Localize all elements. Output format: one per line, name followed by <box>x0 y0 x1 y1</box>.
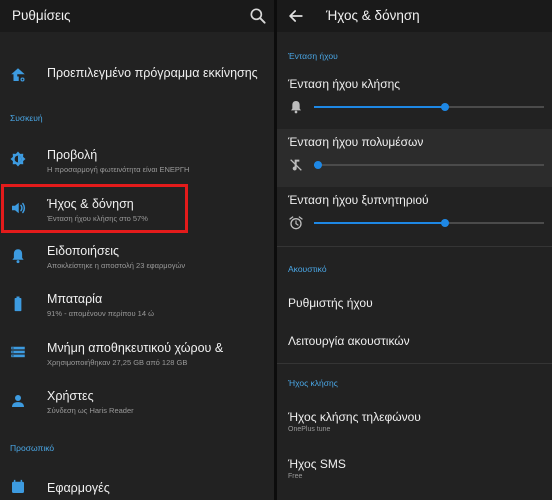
alarm-volume-slider[interactable] <box>314 219 544 227</box>
media-volume-slider[interactable] <box>314 161 544 169</box>
music-muted-icon <box>290 159 302 171</box>
setting-item-battery[interactable]: Μπαταρία 91% - απομένουν περίπου 14 ώ <box>0 286 274 326</box>
section-header-device: Συσκευή <box>10 113 43 123</box>
section-header-personal: Προσωπικό <box>10 443 55 453</box>
setting-item-display[interactable]: Προβολή Η προσαρμογή φωτεινότητα είναι Ε… <box>0 140 274 180</box>
volume-label: Ένταση ήχου ξυπνητηριού <box>288 193 429 207</box>
setting-item-title: Εφαρμογές <box>47 481 110 495</box>
volume-label: Ένταση ήχου πολυμέσων <box>288 135 424 149</box>
divider <box>277 246 552 247</box>
page-title: Ρυθμίσεις <box>12 8 71 23</box>
sound-panel: Ήχος & δόνηση Ένταση ήχου Ένταση ήχου κλ… <box>277 0 552 500</box>
person-icon <box>12 395 24 407</box>
sound-toolbar: Ήχος & δόνηση <box>277 0 552 32</box>
highlight-box <box>1 184 188 233</box>
section-header-volume: Ένταση ήχου <box>288 51 338 61</box>
sms-tone-item[interactable]: Ήχος SMS Free <box>277 448 552 488</box>
setting-item-subtitle: Η προσαρμογή φωτεινότητα είναι ΕΝΕΡΓΗ <box>47 165 190 174</box>
divider <box>277 363 552 364</box>
alarm-volume-row: Ένταση ήχου ξυπνητηριού <box>277 187 552 245</box>
setting-item-apps[interactable]: Εφαρμογές <box>0 472 274 500</box>
search-icon[interactable] <box>248 6 268 26</box>
setting-item-default-launcher[interactable]: Προεπιλεγμένο πρόγραμμα εκκίνησης <box>0 58 274 92</box>
brightness-icon <box>10 151 26 167</box>
earphone-mode-item[interactable]: Λειτουργία ακουστικών <box>277 323 552 359</box>
battery-icon <box>14 296 22 312</box>
setting-item-subtitle: Αποκλείστηκε η αποστολή 23 εφαρμογών <box>47 261 186 270</box>
ring-volume-slider[interactable] <box>314 103 544 111</box>
ring-volume-row: Ένταση ήχου κλήσης <box>277 71 552 129</box>
media-volume-row: Ένταση ήχου πολυμέσων <box>277 129 552 187</box>
bell-icon <box>12 249 24 264</box>
slider-thumb[interactable] <box>441 103 450 111</box>
section-header-audio: Ακουστικό <box>288 264 327 274</box>
setting-item-notifications[interactable]: Ειδοποιήσεις Αποκλείστηκε η αποστολή 23 … <box>0 238 274 278</box>
home-gear-icon <box>11 68 26 83</box>
slider-fill <box>314 222 446 224</box>
slider-thumb[interactable] <box>314 161 322 169</box>
setting-item-title: Ρυθμιστής ήχου <box>288 296 373 310</box>
setting-item-subtitle: OnePlus tune <box>288 426 331 433</box>
setting-item-title: Προβολή <box>47 148 98 162</box>
slider-fill <box>314 106 446 108</box>
setting-item-subtitle: Free <box>288 473 303 480</box>
section-header-ringtone: Ήχος κλήσης <box>288 378 338 388</box>
bell-icon <box>291 101 301 114</box>
volume-label: Ένταση ήχου κλήσης <box>288 77 401 91</box>
phone-ringtone-item[interactable]: Ήχος κλήσης τηλεφώνου OnePlus tune <box>277 400 552 440</box>
alarm-clock-icon <box>289 216 303 230</box>
setting-item-title: Μνήμη αποθηκευτικού χώρου & <box>47 341 224 355</box>
storage-icon <box>11 346 25 358</box>
setting-item-title: Ειδοποιήσεις <box>47 244 120 258</box>
setting-item-title: Χρήστες <box>47 389 94 403</box>
equalizer-item[interactable]: Ρυθμιστής ήχου <box>277 285 552 321</box>
apps-icon <box>12 479 24 493</box>
settings-toolbar: Ρυθμίσεις <box>0 0 274 32</box>
setting-item-title: Ήχος SMS <box>288 457 346 471</box>
setting-item-title: Προεπιλεγμένο πρόγραμμα εκκίνησης <box>47 66 258 80</box>
setting-item-subtitle: Σύνδεση ως Haris Reader <box>47 406 134 415</box>
setting-item-storage[interactable]: Μνήμη αποθηκευτικού χώρου & Χρησιμοποιήθ… <box>0 334 274 374</box>
back-arrow-icon[interactable] <box>286 6 306 26</box>
page-title: Ήχος & δόνηση <box>326 8 420 23</box>
setting-item-title: Ήχος κλήσης τηλεφώνου <box>288 410 421 424</box>
setting-item-subtitle: Χρησιμοποιήθηκαν 27,25 GB από 128 GB <box>47 358 188 367</box>
setting-item-subtitle: 91% - απομένουν περίπου 14 ώ <box>47 309 154 318</box>
setting-item-title: Λειτουργία ακουστικών <box>288 334 410 348</box>
slider-thumb[interactable] <box>441 219 450 227</box>
setting-item-users[interactable]: Χρήστες Σύνδεση ως Haris Reader <box>0 382 274 422</box>
setting-item-title: Μπαταρία <box>47 292 103 306</box>
settings-panel: Ρυθμίσεις Προεπιλεγμένο πρόγραμμα εκκίνη… <box>0 0 274 500</box>
